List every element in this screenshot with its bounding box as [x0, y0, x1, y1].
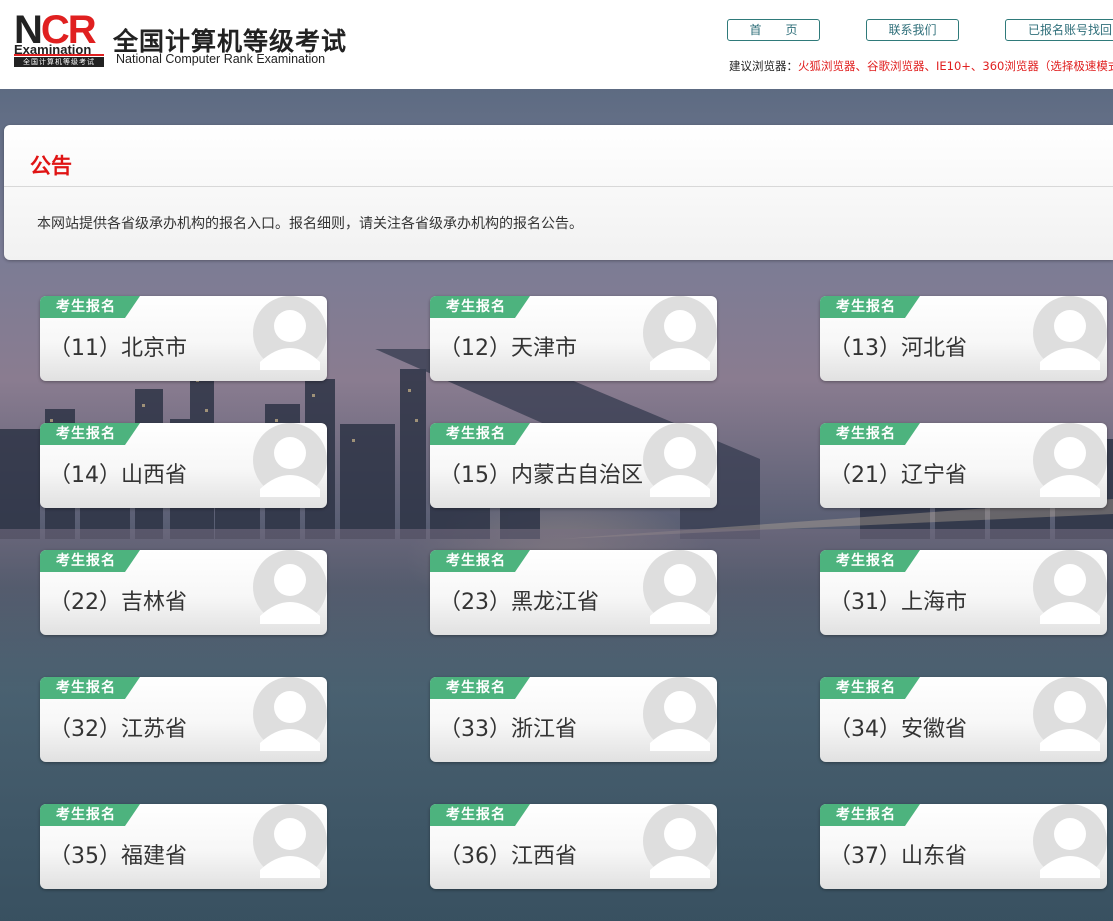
- register-tag-label: 考生报名: [56, 807, 116, 823]
- register-tag: 考生报名: [40, 804, 140, 826]
- register-tag: 考生报名: [430, 550, 530, 572]
- home-button[interactable]: 首 页: [727, 19, 820, 41]
- register-tag: 考生报名: [430, 804, 530, 826]
- province-name: （37）山东省: [829, 844, 967, 869]
- province-name: （33）浙江省: [439, 717, 577, 742]
- register-tag: 考生报名: [820, 550, 920, 572]
- province-name: （31）上海市: [829, 590, 967, 615]
- avatar-placeholder-icon: [643, 677, 717, 751]
- avatar-placeholder-icon: [253, 296, 327, 370]
- register-tag-label: 考生报名: [836, 807, 896, 823]
- register-tag: 考生报名: [40, 423, 140, 445]
- avatar-placeholder-icon: [1033, 296, 1107, 370]
- province-name: （23）黑龙江省: [439, 590, 599, 615]
- logo-band: 全国计算机等级考试: [14, 54, 104, 67]
- register-tag-label: 考生报名: [446, 553, 506, 569]
- province-card[interactable]: 考生报名 （33）浙江省: [430, 677, 717, 762]
- register-tag-label: 考生报名: [446, 299, 506, 315]
- announcement-title: 公告: [30, 154, 72, 178]
- avatar-placeholder-icon: [253, 423, 327, 497]
- avatar-placeholder-icon: [253, 677, 327, 751]
- announcement-panel: 公告 本网站提供各省级承办机构的报名入口。报名细则，请关注各省级承办机构的报名公…: [4, 125, 1113, 260]
- province-card[interactable]: 考生报名 （21）辽宁省: [820, 423, 1107, 508]
- avatar-placeholder-icon: [643, 423, 717, 497]
- announcement-text: 本网站提供各省级承办机构的报名入口。报名细则，请关注各省级承办机构的报名公告。: [37, 216, 583, 232]
- avatar-placeholder-icon: [253, 804, 327, 878]
- province-card[interactable]: 考生报名 （31）上海市: [820, 550, 1107, 635]
- province-card[interactable]: 考生报名 （32）江苏省: [40, 677, 327, 762]
- site-subtitle: National Computer Rank Examination: [116, 52, 326, 66]
- province-name: （11）北京市: [49, 336, 187, 361]
- register-tag-label: 考生报名: [56, 553, 116, 569]
- avatar-placeholder-icon: [643, 296, 717, 370]
- province-card[interactable]: 考生报名 （15）内蒙古自治区: [430, 423, 717, 508]
- avatar-placeholder-icon: [1033, 550, 1107, 624]
- register-tag: 考生报名: [430, 296, 530, 318]
- province-card[interactable]: 考生报名 （35）福建省: [40, 804, 327, 889]
- avatar-placeholder-icon: [643, 550, 717, 624]
- ncre-logo[interactable]: NCR Examination 全国计算机等级考试: [14, 10, 106, 68]
- province-name: （22）吉林省: [49, 590, 187, 615]
- register-tag-label: 考生报名: [836, 680, 896, 696]
- register-tag-label: 考生报名: [446, 680, 506, 696]
- avatar-placeholder-icon: [1033, 423, 1107, 497]
- avatar-placeholder-icon: [1033, 804, 1107, 878]
- account-recover-button[interactable]: 已报名账号找回: [1005, 19, 1113, 41]
- register-tag-label: 考生报名: [836, 553, 896, 569]
- province-name: （21）辽宁省: [829, 463, 967, 488]
- province-card[interactable]: 考生报名 （23）黑龙江省: [430, 550, 717, 635]
- province-name: （34）安徽省: [829, 717, 967, 742]
- province-card[interactable]: 考生报名 （11）北京市: [40, 296, 327, 381]
- register-tag: 考生报名: [820, 423, 920, 445]
- province-name: （13）河北省: [829, 336, 967, 361]
- register-tag: 考生报名: [40, 296, 140, 318]
- announcement-divider: [4, 186, 1113, 187]
- province-card[interactable]: 考生报名 （37）山东省: [820, 804, 1107, 889]
- province-name: （12）天津市: [439, 336, 577, 361]
- register-tag: 考生报名: [430, 677, 530, 699]
- browser-tip-label: 建议浏览器：: [729, 59, 798, 73]
- province-card[interactable]: 考生报名 （34）安徽省: [820, 677, 1107, 762]
- province-name: （32）江苏省: [49, 717, 187, 742]
- province-name: （35）福建省: [49, 844, 187, 869]
- register-tag-label: 考生报名: [56, 299, 116, 315]
- register-tag-label: 考生报名: [446, 426, 506, 442]
- register-tag: 考生报名: [40, 550, 140, 572]
- site-header: NCR Examination 全国计算机等级考试 全国计算机等级考试 Nati…: [0, 0, 1113, 89]
- register-tag: 考生报名: [820, 804, 920, 826]
- province-card[interactable]: 考生报名 （13）河北省: [820, 296, 1107, 381]
- avatar-placeholder-icon: [1033, 677, 1107, 751]
- browser-tip-value: 火狐浏览器、谷歌浏览器、IE10+、360浏览器（选择极速模式）: [798, 59, 1113, 73]
- register-tag-label: 考生报名: [836, 426, 896, 442]
- province-card[interactable]: 考生报名 （12）天津市: [430, 296, 717, 381]
- register-tag-label: 考生报名: [56, 680, 116, 696]
- register-tag: 考生报名: [820, 677, 920, 699]
- register-tag-label: 考生报名: [446, 807, 506, 823]
- register-tag: 考生报名: [820, 296, 920, 318]
- register-tag-label: 考生报名: [836, 299, 896, 315]
- province-name: （36）江西省: [439, 844, 577, 869]
- browser-recommendation: 建议浏览器：火狐浏览器、谷歌浏览器、IE10+、360浏览器（选择极速模式）: [729, 58, 1113, 74]
- avatar-placeholder-icon: [253, 550, 327, 624]
- register-tag: 考生报名: [40, 677, 140, 699]
- register-tag: 考生报名: [430, 423, 530, 445]
- avatar-placeholder-icon: [643, 804, 717, 878]
- contact-button[interactable]: 联系我们: [866, 19, 959, 41]
- province-name: （15）内蒙古自治区: [439, 463, 643, 488]
- province-card[interactable]: 考生报名 （14）山西省: [40, 423, 327, 508]
- register-tag-label: 考生报名: [56, 426, 116, 442]
- province-name: （14）山西省: [49, 463, 187, 488]
- province-card[interactable]: 考生报名 （22）吉林省: [40, 550, 327, 635]
- province-card[interactable]: 考生报名 （36）江西省: [430, 804, 717, 889]
